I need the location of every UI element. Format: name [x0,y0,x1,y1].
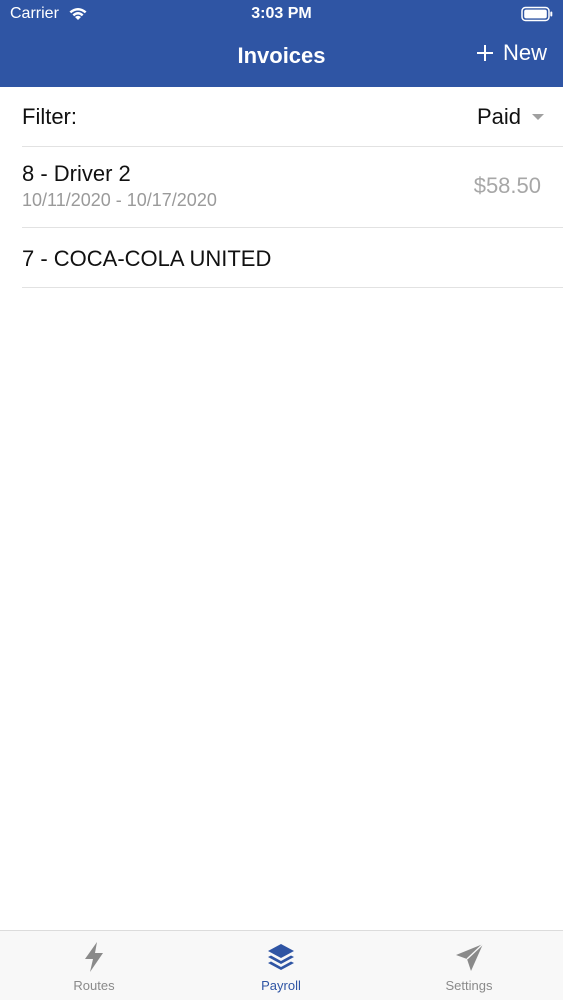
tab-label: Payroll [261,978,301,993]
filter-selected-value: Paid [476,104,521,129]
tab-bar: Routes Payroll Settings [0,930,563,1000]
app-header: Carrier 3:03 PM Invoices New [0,0,563,87]
filter-label: Filter: [22,104,77,129]
tab-routes[interactable]: Routes [34,941,154,993]
battery-icon [521,6,553,22]
new-button-label: New [502,40,547,65]
invoice-title: 8 - Driver 2 [22,161,131,186]
new-invoice-button[interactable]: New [475,40,547,66]
tab-label: Routes [73,978,115,993]
tab-label: Settings [445,978,493,993]
invoice-row[interactable]: 7 - COCA-COLA UNITED [22,228,563,288]
invoice-list: 8 - Driver 2 10/11/2020 - 10/17/2020 $58… [22,147,563,288]
plus-icon [476,45,493,61]
chevron-down-icon [532,114,544,120]
tab-settings[interactable]: Settings [409,941,529,993]
invoice-dates: 10/11/2020 - 10/17/2020 [22,190,217,210]
status-time: 3:03 PM [251,5,312,22]
invoice-amount: $58.50 [473,173,541,198]
status-bar: Carrier 3:03 PM [0,0,563,30]
invoice-title: 7 - COCA-COLA UNITED [22,246,272,271]
paper-plane-icon [456,943,484,971]
bolt-icon [85,942,103,972]
tab-payroll[interactable]: Payroll [221,941,341,993]
invoice-row[interactable]: 8 - Driver 2 10/11/2020 - 10/17/2020 $58… [22,147,563,228]
layers-icon [268,944,294,970]
filter-row: Filter: Paid [22,87,563,147]
filter-dropdown[interactable]: Paid [477,104,545,130]
